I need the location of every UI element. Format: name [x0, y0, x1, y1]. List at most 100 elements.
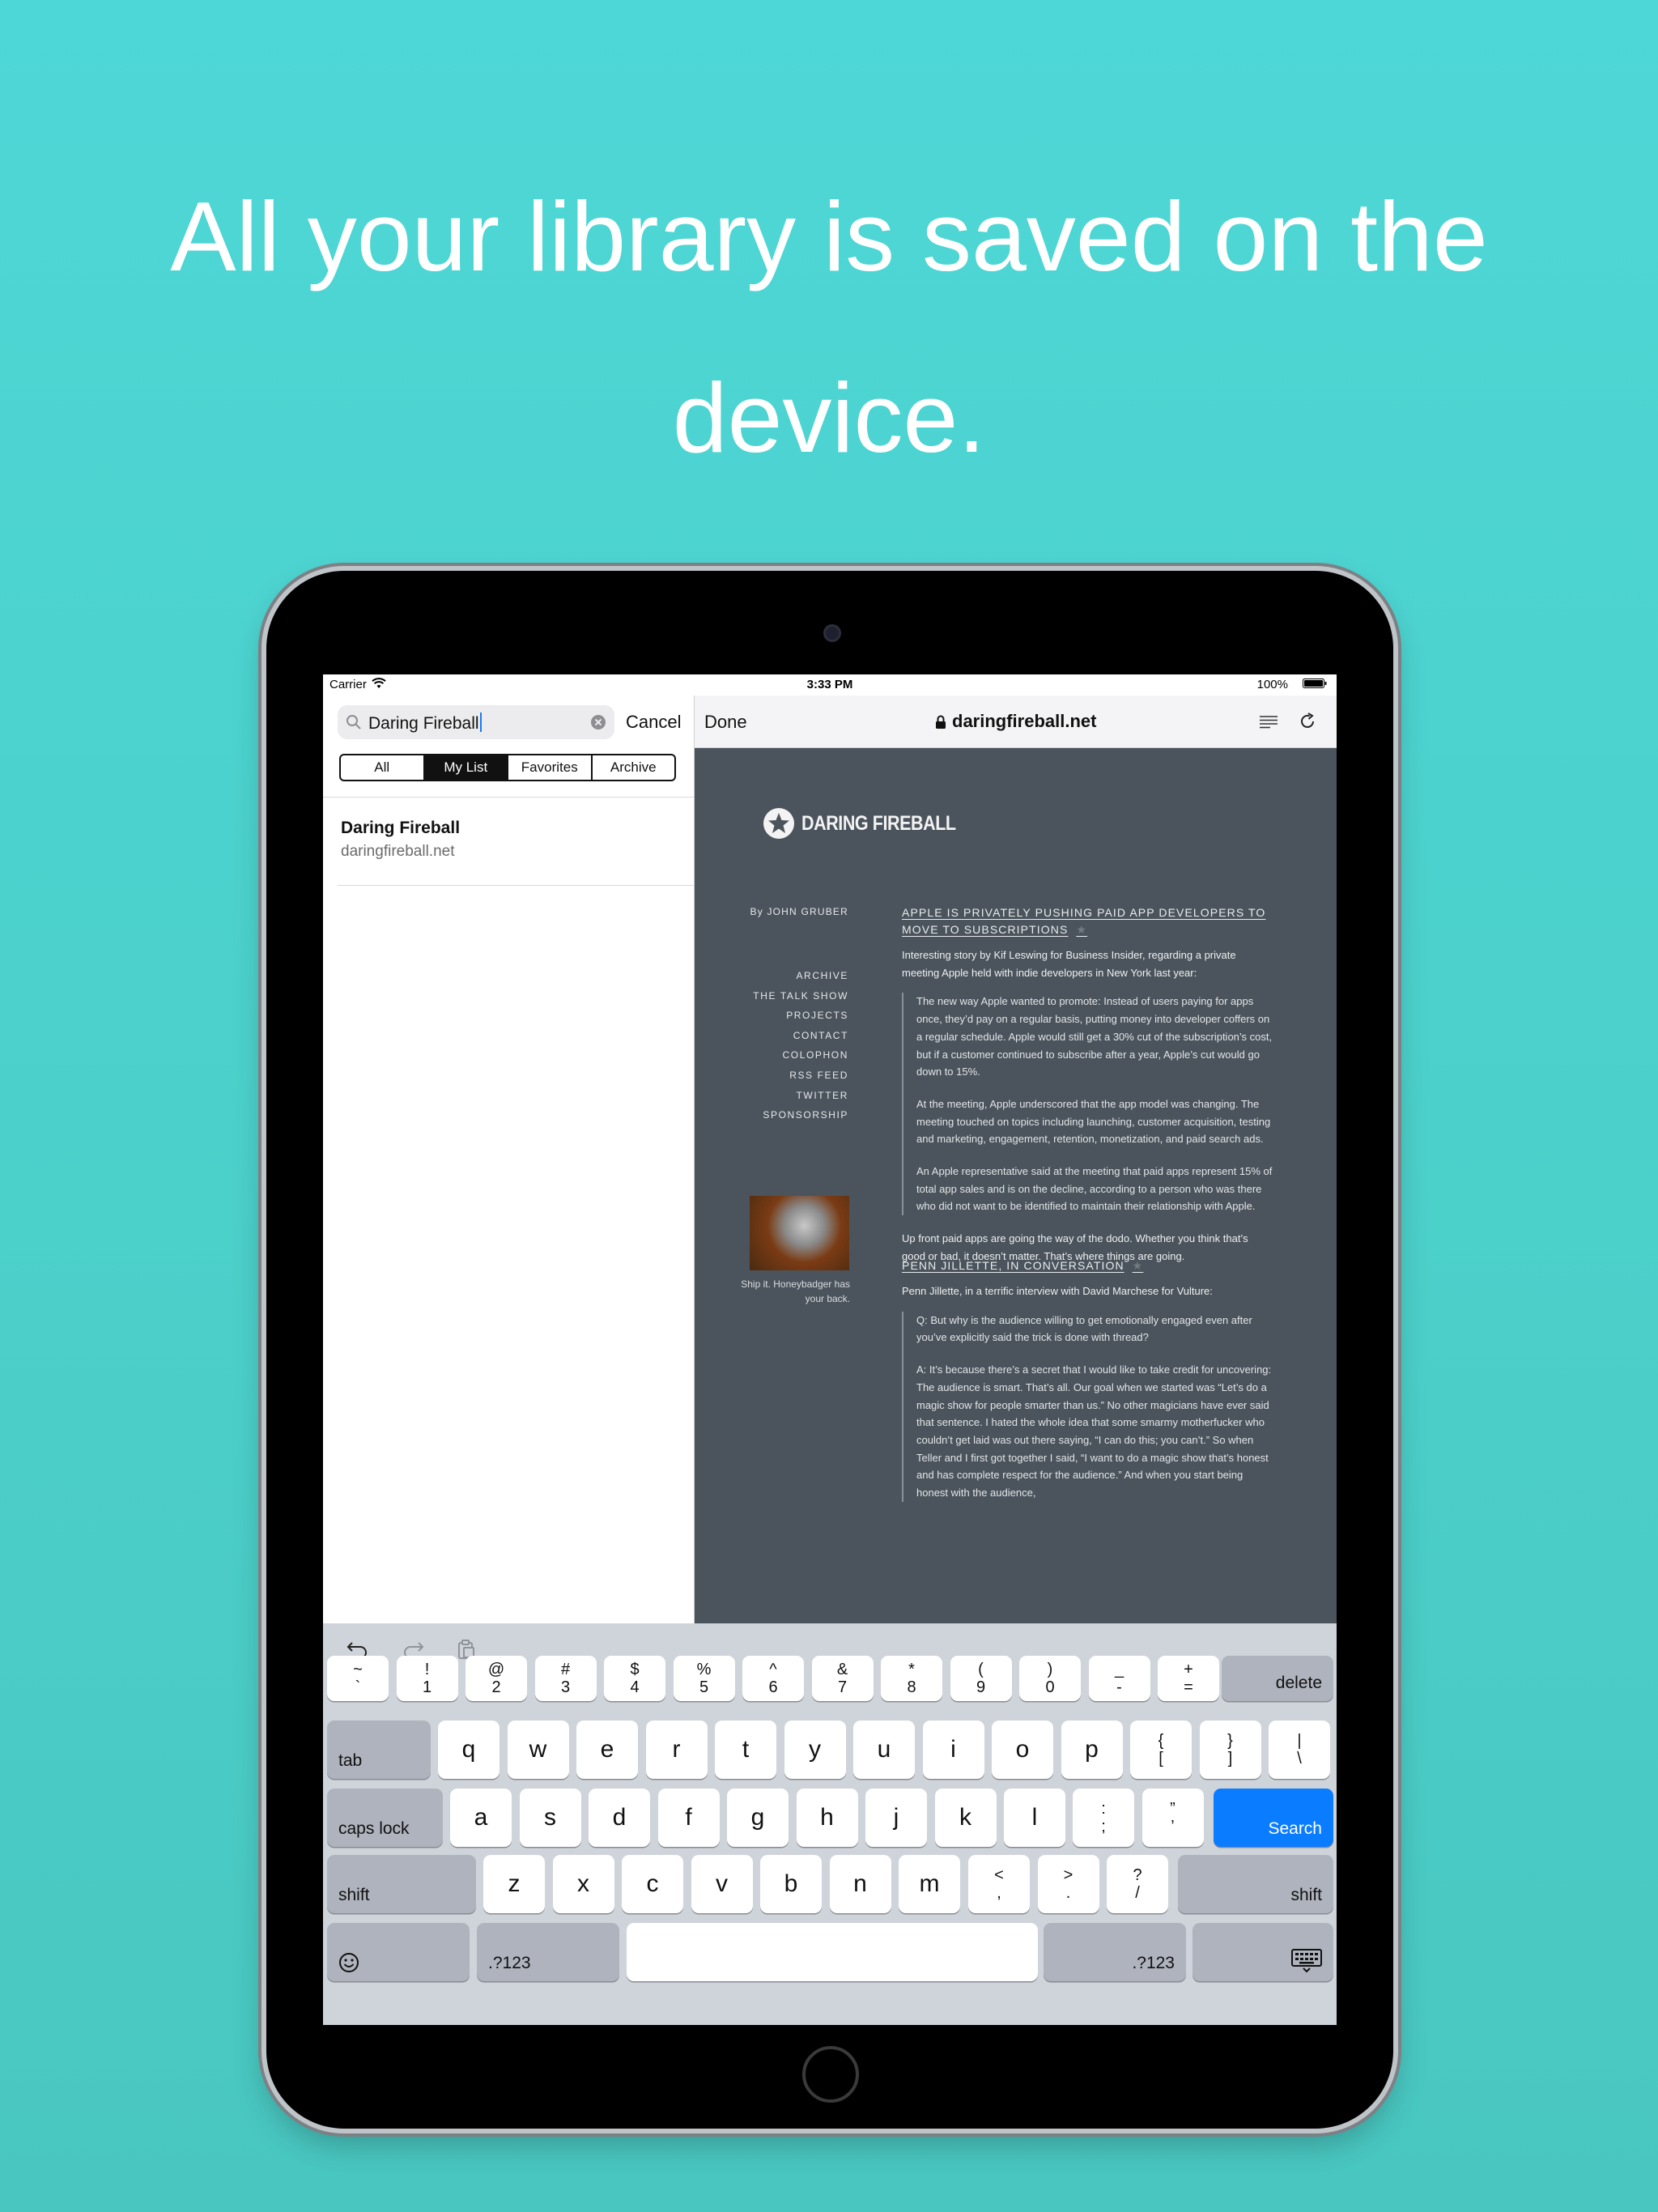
- permalink-star-icon[interactable]: ★: [1076, 923, 1087, 936]
- key-x[interactable]: x: [552, 1855, 614, 1913]
- key-base-char: `: [355, 1678, 361, 1696]
- site-logo[interactable]: DARING FIREBALL: [801, 812, 956, 836]
- key-l[interactable]: l: [1004, 1789, 1065, 1847]
- key-shift-char: %: [696, 1661, 712, 1678]
- key-punct2-1[interactable]: >.: [1037, 1855, 1099, 1913]
- key-c[interactable]: c: [622, 1855, 683, 1913]
- key-q[interactable]: q: [438, 1721, 500, 1779]
- site-nav-colophon[interactable]: COLOPHON: [711, 1045, 848, 1066]
- reload-icon[interactable]: [1298, 712, 1317, 731]
- site-nav-talk-show[interactable]: THE TALK SHOW: [711, 986, 848, 1006]
- key-4[interactable]: $4: [604, 1656, 665, 1701]
- key-t[interactable]: t: [715, 1721, 776, 1779]
- caps-lock-key[interactable]: caps lock: [327, 1789, 443, 1847]
- key-8[interactable]: * 8: [881, 1656, 942, 1701]
- list-item[interactable]: Daring Fireball daringfireball.net: [323, 810, 694, 886]
- key-1[interactable]: ! 1: [396, 1656, 458, 1701]
- numbers-key-right[interactable]: .?123: [1044, 1923, 1186, 1981]
- site-nav-contact[interactable]: CONTACT: [711, 1026, 848, 1046]
- segment-archive[interactable]: Archive: [593, 755, 675, 780]
- site-nav-sponsorship[interactable]: SPONSORSHIP: [711, 1105, 848, 1125]
- key-v[interactable]: v: [691, 1855, 753, 1913]
- key-b[interactable]: b: [760, 1855, 822, 1913]
- key-g[interactable]: g: [727, 1789, 789, 1847]
- shift-right-key[interactable]: shift: [1178, 1855, 1333, 1913]
- key-=[interactable]: + =: [1158, 1656, 1219, 1701]
- search-key[interactable]: Search: [1214, 1789, 1333, 1847]
- key-0[interactable]: ) 0: [1019, 1656, 1081, 1701]
- key-w[interactable]: w: [507, 1721, 569, 1779]
- key-9[interactable]: (9: [950, 1656, 1012, 1701]
- key-p[interactable]: p: [1061, 1721, 1123, 1779]
- search-input[interactable]: Daring Fireball: [338, 705, 614, 739]
- site-nav-projects[interactable]: PROJECTS: [711, 1006, 848, 1026]
- key-base-char: \: [1297, 1750, 1302, 1767]
- segment-favorites[interactable]: Favorites: [508, 755, 593, 780]
- key-2[interactable]: @2: [466, 1656, 527, 1701]
- key--[interactable]: _ -: [1088, 1656, 1150, 1701]
- key-a[interactable]: a: [450, 1789, 512, 1847]
- key-base-char: ,: [997, 1884, 1001, 1902]
- done-button[interactable]: Done: [704, 712, 747, 733]
- ad-caption-line-2: your back.: [805, 1293, 850, 1304]
- key-6[interactable]: ^ 6: [742, 1656, 804, 1701]
- key-`[interactable]: ~ `: [327, 1656, 389, 1701]
- key-base-char: 2: [491, 1678, 501, 1696]
- keyboard-dismiss-key[interactable]: [1192, 1923, 1333, 1981]
- key-k[interactable]: k: [934, 1789, 997, 1847]
- keyboard-dismiss-icon: [1291, 1949, 1322, 1973]
- key-e[interactable]: e: [576, 1721, 638, 1779]
- cancel-button[interactable]: Cancel: [626, 712, 681, 733]
- reader-mode-icon[interactable]: [1259, 715, 1278, 730]
- battery-percent: 100%: [1256, 678, 1288, 691]
- key-m[interactable]: m: [899, 1855, 960, 1913]
- segment-all[interactable]: All: [341, 755, 425, 780]
- key-s[interactable]: s: [519, 1789, 581, 1847]
- key-j[interactable]: j: [865, 1789, 927, 1847]
- key-3[interactable]: #3: [534, 1656, 597, 1701]
- key-symbol-0[interactable]: {[: [1130, 1721, 1192, 1779]
- status-bar: Carrier 3:33 PM 100%: [323, 674, 1337, 696]
- front-camera: [823, 624, 841, 642]
- key-5[interactable]: % 5: [673, 1656, 735, 1701]
- key-i[interactable]: i: [922, 1721, 984, 1779]
- permalink-star-icon[interactable]: ★: [1133, 1259, 1144, 1272]
- key-d[interactable]: d: [589, 1789, 650, 1847]
- key-h[interactable]: h: [796, 1789, 858, 1847]
- sponsor-ad-image[interactable]: [750, 1196, 849, 1270]
- key-punct-1[interactable]: ”’: [1141, 1789, 1204, 1847]
- key-u[interactable]: u: [853, 1721, 915, 1779]
- numbers-key-left[interactable]: .?123: [477, 1923, 619, 1981]
- sponsor-ad-caption[interactable]: Ship it. Honeybadger has your back.: [711, 1277, 850, 1306]
- key-o[interactable]: o: [992, 1721, 1053, 1779]
- key-r[interactable]: r: [645, 1721, 708, 1779]
- article-2-title[interactable]: PENN JILLETTE, IN CONVERSATION ★: [902, 1257, 1274, 1274]
- delete-key[interactable]: delete: [1222, 1656, 1333, 1701]
- url-label[interactable]: daringfireball.net: [952, 711, 1096, 732]
- headline-line-2: device.: [672, 363, 986, 473]
- item-url: daringfireball.net: [341, 843, 455, 860]
- key-punct2-2[interactable]: ? /: [1107, 1855, 1168, 1913]
- key-z[interactable]: z: [483, 1855, 545, 1913]
- key-punct2-0[interactable]: <,: [968, 1855, 1030, 1913]
- article-2-quote-2: A: It’s because there’s a secret that I …: [916, 1363, 1272, 1499]
- segment-my-list[interactable]: My List: [424, 755, 508, 780]
- key-symbol-2[interactable]: | \: [1269, 1721, 1330, 1779]
- key-7[interactable]: & 7: [811, 1656, 874, 1701]
- key-symbol-1[interactable]: }]: [1199, 1721, 1261, 1779]
- emoji-key[interactable]: [327, 1923, 470, 1981]
- key-f[interactable]: f: [657, 1789, 720, 1847]
- space-bar[interactable]: [627, 1923, 1038, 1981]
- home-button[interactable]: [802, 2046, 859, 2103]
- headline: All your library is saved on the device.: [0, 146, 1658, 508]
- key-n[interactable]: n: [829, 1855, 891, 1913]
- key-punct-0[interactable]: :;: [1073, 1789, 1134, 1847]
- shift-left-key[interactable]: shift: [327, 1855, 476, 1913]
- key-y[interactable]: y: [784, 1721, 846, 1779]
- tab-key[interactable]: tab: [327, 1721, 431, 1779]
- article-1-title[interactable]: APPLE IS PRIVATELY PUSHING PAID APP DEVE…: [902, 904, 1274, 938]
- site-nav-twitter[interactable]: TWITTER: [711, 1086, 848, 1106]
- clear-search-icon[interactable]: [590, 714, 606, 730]
- site-nav-rss[interactable]: RSS FEED: [711, 1066, 848, 1086]
- site-nav-archive[interactable]: ARCHIVE: [711, 966, 848, 986]
